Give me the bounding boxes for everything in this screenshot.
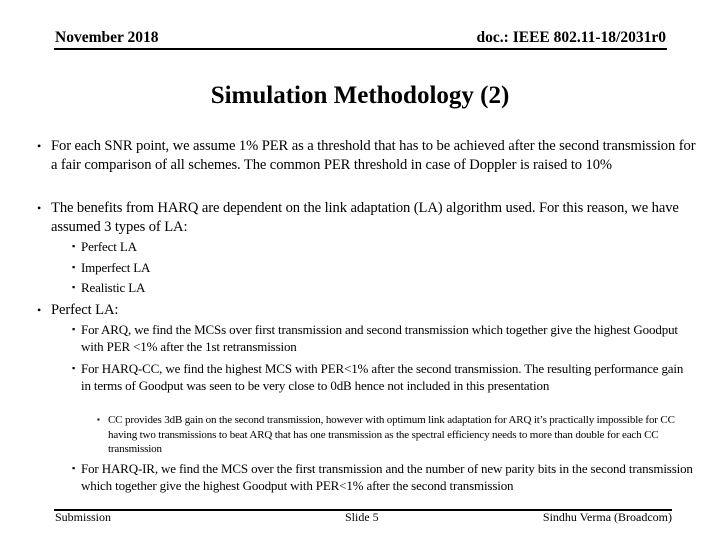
- sub-bullet-arq: ▪ For ARQ, we find the MCSs over first t…: [72, 321, 696, 355]
- header-divider: [54, 48, 667, 50]
- footer-author: Sindhu Verma (Broadcom): [542, 510, 672, 524]
- square-bullet-icon: ▪: [97, 415, 100, 424]
- footer-slide-number: Slide 5: [345, 510, 379, 524]
- bullet-text: Realistic LA: [81, 280, 146, 295]
- bullet-icon: •: [37, 201, 42, 215]
- bullet-text: For HARQ-IR, we find the MCS over the fi…: [81, 461, 693, 493]
- square-bullet-icon: ▪: [72, 324, 76, 334]
- bullet-snr-threshold: • For each SNR point, we assume 1% PER a…: [37, 137, 701, 175]
- square-bullet-icon: ▪: [72, 262, 76, 272]
- sub-bullet-perfect-la: ▪ Perfect LA: [72, 238, 696, 255]
- bullet-icon: •: [37, 303, 42, 317]
- sub-bullet-realistic-la: ▪ Realistic LA: [72, 279, 696, 296]
- bullet-text: Imperfect LA: [81, 260, 151, 275]
- bullet-text: For HARQ-CC, we find the highest MCS wit…: [81, 361, 684, 393]
- sub-bullet-imperfect-la: ▪ Imperfect LA: [72, 259, 696, 276]
- header-doc-id: doc.: IEEE 802.11-18/2031r0: [476, 29, 666, 46]
- sub-bullet-harq-ir: ▪ For HARQ-IR, we find the MCS over the …: [72, 460, 696, 494]
- sub-bullet-harq-cc: ▪ For HARQ-CC, we find the highest MCS w…: [72, 360, 696, 394]
- bullet-icon: •: [37, 139, 42, 153]
- square-bullet-icon: ▪: [72, 363, 76, 373]
- bullet-text: For ARQ, we find the MCSs over first tra…: [81, 322, 678, 354]
- bullet-text: Perfect LA: [81, 239, 137, 254]
- bullet-text: For each SNR point, we assume 1% PER as …: [51, 138, 696, 173]
- bullet-text: CC provides 3dB gain on the second trans…: [108, 414, 675, 455]
- slide-title: Simulation Methodology (2): [210, 82, 510, 109]
- header-date: November 2018: [55, 29, 159, 46]
- sub-sub-bullet-cc-gain: ▪ CC provides 3dB gain on the second tra…: [97, 413, 683, 457]
- bullet-harq-benefits: • The benefits from HARQ are dependent o…: [37, 199, 701, 237]
- bullet-text: The benefits from HARQ are dependent on …: [51, 200, 679, 235]
- footer-submission: Submission: [55, 510, 112, 524]
- square-bullet-icon: ▪: [72, 282, 76, 292]
- square-bullet-icon: ▪: [72, 241, 76, 251]
- bullet-perfect-la: • Perfect LA:: [37, 301, 701, 320]
- square-bullet-icon: ▪: [72, 463, 76, 473]
- bullet-text: Perfect LA:: [51, 302, 119, 318]
